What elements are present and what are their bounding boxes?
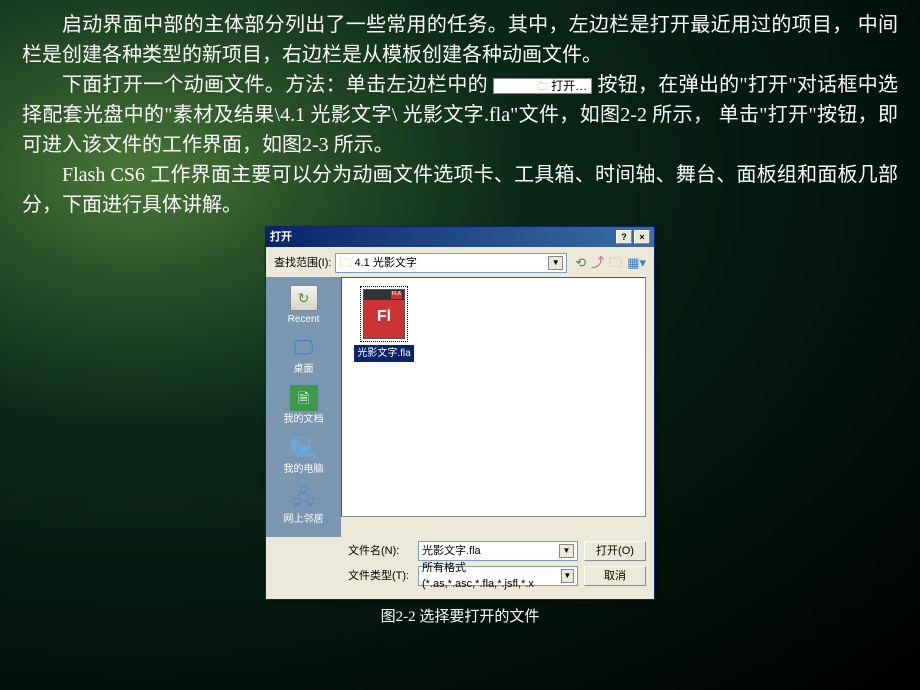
folder-icon: 🗀 xyxy=(538,82,548,93)
filename-input[interactable]: 光影文字.fla ▼ xyxy=(418,541,578,561)
sidebar-label-computer: 我的电脑 xyxy=(284,462,324,477)
paragraph-1: 启动界面中部的主体部分列出了一些常用的任务。其中，左边栏是打开最近用过的项目， … xyxy=(22,10,898,70)
computer-icon: 🖳 xyxy=(290,435,318,461)
inline-open-button[interactable]: 🗀 打开… xyxy=(493,78,592,94)
filetype-select[interactable]: 所有格式 (*.as,*.asc,*.fla,*.jsfl,*.x ▼ xyxy=(418,566,578,586)
open-button[interactable]: 打开(O) xyxy=(584,541,646,561)
lookup-row: 查找范围(I): 🗀 4.1 光影文字 ▼ ⟲ ⤴ 🗀 ▦▾ xyxy=(266,247,654,277)
lookup-select[interactable]: 🗀 4.1 光影文字 ▼ xyxy=(335,253,567,273)
filetype-value: 所有格式 (*.as,*.asc,*.fla,*.jsfl,*.x xyxy=(422,560,561,593)
lookup-value: 4.1 光影文字 xyxy=(354,255,416,272)
help-button[interactable]: ? xyxy=(616,230,632,244)
new-folder-icon[interactable]: 🗀 xyxy=(609,253,622,273)
lookup-label: 查找范围(I): xyxy=(274,255,331,272)
dialog-title-bar: 打开 ? × xyxy=(266,227,654,247)
file-item[interactable]: FLA Fl 光影文字.fla xyxy=(350,286,418,362)
places-sidebar: ↻ Recent 🖵 桌面 🗎 我的文档 🖳 我的电脑 🖧 网上邻居 xyxy=(266,277,341,537)
filename-value: 光影文字.fla xyxy=(422,543,481,560)
sidebar-label-network: 网上邻居 xyxy=(284,512,324,527)
filetype-label: 文件类型(T): xyxy=(348,568,412,585)
figure-caption: 图2-2 选择要打开的文件 xyxy=(381,606,540,629)
dropdown-icon[interactable]: ▼ xyxy=(548,256,563,270)
inline-open-label: 打开… xyxy=(551,79,587,93)
folder-open-icon: 🗀 xyxy=(339,254,351,272)
cancel-button[interactable]: 取消 xyxy=(584,566,646,586)
network-icon: 🖧 xyxy=(290,485,318,511)
sidebar-label-desktop: 桌面 xyxy=(294,362,314,377)
back-icon[interactable]: ⟲ xyxy=(575,253,586,273)
close-button[interactable]: × xyxy=(634,230,650,244)
sidebar-item-desktop[interactable]: 🖵 桌面 xyxy=(290,333,318,381)
sidebar-item-recent[interactable]: ↻ Recent xyxy=(288,283,320,331)
filetype-dropdown-icon[interactable]: ▼ xyxy=(561,569,574,583)
sidebar-item-network[interactable]: 🖧 网上邻居 xyxy=(284,483,324,531)
fla-badge: FLA xyxy=(391,291,402,299)
desktop-icon: 🖵 xyxy=(290,335,318,361)
open-dialog: 打开 ? × 查找范围(I): 🗀 4.1 光影文字 ▼ ⟲ ⤴ 🗀 ▦▾ xyxy=(265,226,655,600)
paragraph-2a: 下面打开一个动画文件。方法：单击左边栏中的 xyxy=(62,74,493,96)
file-list-area[interactable]: FLA Fl 光影文字.fla xyxy=(341,277,646,517)
up-icon[interactable]: ⤴ xyxy=(591,253,604,273)
documents-icon: 🗎 xyxy=(290,385,318,411)
dialog-title: 打开 xyxy=(270,229,292,246)
file-thumbnail: FLA Fl xyxy=(363,289,405,339)
view-menu-icon[interactable]: ▦▾ xyxy=(627,253,646,273)
sidebar-item-documents[interactable]: 🗎 我的文档 xyxy=(284,383,324,431)
filename-dropdown-icon[interactable]: ▼ xyxy=(559,544,574,558)
file-label: 光影文字.fla xyxy=(354,345,413,362)
sidebar-label-documents: 我的文档 xyxy=(284,412,324,427)
sidebar-item-computer[interactable]: 🖳 我的电脑 xyxy=(284,433,324,481)
recent-icon: ↻ xyxy=(290,285,318,311)
paragraph-3: Flash CS6 工作界面主要可以分为动画文件选项卡、工具箱、时间轴、舞台、面… xyxy=(22,160,898,220)
sidebar-label-recent: Recent xyxy=(288,312,320,327)
filename-label: 文件名(N): xyxy=(348,543,412,560)
paragraph-2: 下面打开一个动画文件。方法：单击左边栏中的 🗀 打开… 按钮，在弹出的"打开"对… xyxy=(22,70,898,160)
flash-fl-icon: Fl xyxy=(377,305,391,329)
